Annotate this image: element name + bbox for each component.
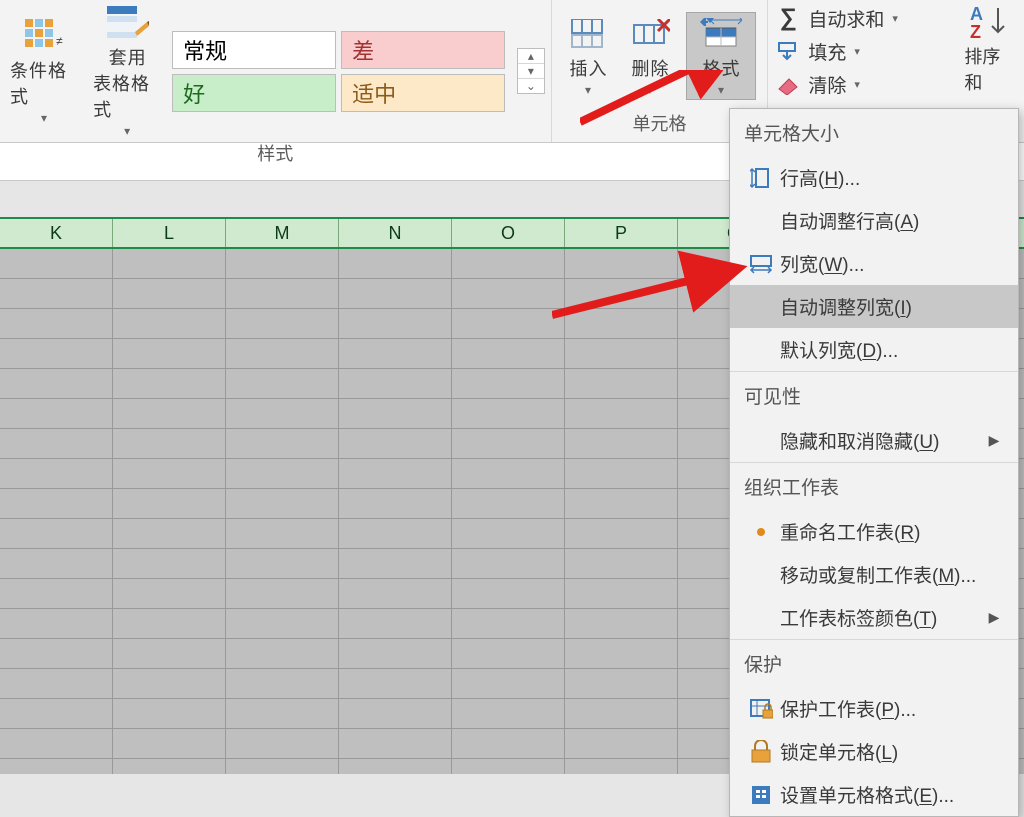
format-icon bbox=[699, 15, 743, 53]
style-gallery-scroll[interactable]: ▴ ▾ ⌄ bbox=[517, 48, 544, 94]
menu-autofit-row-height[interactable]: 自动调整行高(A) bbox=[730, 199, 1018, 242]
svg-text:A: A bbox=[970, 4, 983, 24]
dropdown-caret-icon: ▾ bbox=[718, 83, 725, 97]
col-header[interactable]: K bbox=[0, 219, 113, 247]
clear-label: 清除 bbox=[808, 71, 846, 98]
menu-default-width[interactable]: 默认列宽(D)... bbox=[730, 328, 1018, 371]
menu-item-label: 设置单元格格式(E)... bbox=[780, 781, 984, 808]
menu-lock-cell[interactable]: 锁定单元格(L) bbox=[730, 730, 1018, 773]
style-good[interactable]: 好 bbox=[172, 74, 336, 112]
menu-item-label: 默认列宽(D)... bbox=[780, 336, 984, 363]
menu-item-label: 列宽(W)... bbox=[780, 250, 984, 277]
dropdown-caret-icon: ▾ bbox=[854, 45, 860, 58]
style-neutral[interactable]: 适中 bbox=[341, 74, 505, 112]
sort-label: 排序和 bbox=[964, 43, 1016, 95]
dropdown-caret-icon: ▾ bbox=[41, 111, 48, 125]
styles-group-label: 样式 bbox=[257, 140, 293, 166]
format-dropdown-menu: 单元格大小 行高(H)... 自动调整行高(A) 列宽(W)... 自动调整列宽… bbox=[729, 108, 1019, 817]
format-cells-icon bbox=[742, 784, 780, 806]
menu-autofit-column-width[interactable]: 自动调整列宽(I) bbox=[730, 285, 1018, 328]
menu-move-copy-sheet[interactable]: 移动或复制工作表(M)... bbox=[730, 553, 1018, 596]
menu-row-height[interactable]: 行高(H)... bbox=[730, 156, 1018, 199]
menu-item-label: 工作表标签颜色(T) bbox=[780, 604, 984, 631]
table-format-button[interactable]: 套用 表格格式 ▾ bbox=[89, 2, 166, 140]
submenu-arrow-icon: ▶ bbox=[984, 609, 1004, 626]
menu-column-width[interactable]: 列宽(W)... bbox=[730, 242, 1018, 285]
svg-text:≠: ≠ bbox=[56, 34, 64, 48]
menu-section-protect: 保护 bbox=[730, 639, 1018, 687]
style-normal[interactable]: 常规 bbox=[172, 31, 336, 69]
menu-section-cellsize: 单元格大小 bbox=[730, 109, 1018, 156]
menu-item-label: 自动调整行高(A) bbox=[780, 207, 984, 234]
conditional-format-icon: ≠ bbox=[23, 17, 67, 55]
menu-rename-sheet[interactable]: 重命名工作表(R) bbox=[730, 510, 1018, 553]
menu-format-cells[interactable]: 设置单元格格式(E)... bbox=[730, 773, 1018, 816]
dropdown-caret-icon: ▾ bbox=[585, 83, 592, 97]
sigma-icon: ∑ bbox=[774, 4, 802, 32]
styles-group: ≠ 条件格式 ▾ 套用 表格格 bbox=[0, 0, 552, 142]
fill-down-icon bbox=[774, 41, 802, 63]
cells-group-label: 单元格 bbox=[632, 110, 686, 136]
protect-sheet-icon bbox=[742, 698, 780, 720]
style-bad[interactable]: 差 bbox=[341, 31, 505, 69]
menu-tab-color[interactable]: 工作表标签颜色(T) ▶ bbox=[730, 596, 1018, 639]
table-format-icon bbox=[106, 4, 150, 42]
cell-styles-gallery[interactable]: 常规 差 好 适中 bbox=[172, 31, 505, 112]
dropdown-caret-icon: ▾ bbox=[647, 83, 654, 97]
menu-item-label: 锁定单元格(L) bbox=[780, 738, 984, 765]
menu-item-label: 移动或复制工作表(M)... bbox=[780, 561, 984, 588]
autosum-button[interactable]: ∑ 自动求和 ▾ bbox=[774, 4, 950, 32]
menu-item-label: 行高(H)... bbox=[780, 164, 984, 191]
col-width-icon bbox=[742, 254, 780, 274]
menu-protect-sheet[interactable]: 保护工作表(P)... bbox=[730, 687, 1018, 730]
menu-item-label: 保护工作表(P)... bbox=[780, 695, 984, 722]
dropdown-caret-icon: ▾ bbox=[124, 124, 131, 138]
fill-label: 填充 bbox=[808, 38, 846, 65]
col-header[interactable]: M bbox=[226, 219, 339, 247]
svg-text:Z: Z bbox=[970, 22, 981, 38]
dropdown-caret-icon: ▾ bbox=[854, 78, 860, 91]
table-format-label2: 表格格式 bbox=[93, 70, 162, 122]
menu-item-label: 隐藏和取消隐藏(U) bbox=[780, 427, 984, 454]
col-header[interactable]: P bbox=[565, 219, 678, 247]
delete-cells-icon bbox=[628, 15, 672, 53]
submenu-arrow-icon: ▶ bbox=[984, 432, 1004, 449]
conditional-format-button[interactable]: ≠ 条件格式 ▾ bbox=[6, 15, 83, 127]
fill-button[interactable]: 填充 ▾ bbox=[774, 38, 950, 65]
format-button[interactable]: 格式 ▾ bbox=[686, 12, 756, 100]
menu-section-visibility: 可见性 bbox=[730, 371, 1018, 419]
col-header[interactable]: O bbox=[452, 219, 565, 247]
eraser-icon bbox=[774, 75, 802, 95]
gallery-up-icon[interactable]: ▴ bbox=[518, 49, 543, 64]
col-header[interactable]: L bbox=[113, 219, 226, 247]
sort-icon: A Z bbox=[970, 4, 1010, 43]
row-height-icon bbox=[742, 167, 780, 189]
lock-cell-icon bbox=[742, 740, 780, 764]
gallery-down-icon[interactable]: ▾ bbox=[518, 64, 543, 79]
delete-button[interactable]: 删除 ▾ bbox=[624, 13, 676, 99]
menu-section-organize: 组织工作表 bbox=[730, 462, 1018, 510]
format-label: 格式 bbox=[702, 55, 740, 81]
conditional-format-label: 条件格式 bbox=[10, 57, 79, 109]
col-header[interactable]: N bbox=[339, 219, 452, 247]
gallery-more-icon[interactable]: ⌄ bbox=[518, 79, 543, 93]
menu-item-label: 重命名工作表(R) bbox=[780, 518, 984, 545]
delete-label: 删除 bbox=[631, 55, 669, 81]
insert-button[interactable]: 插入 ▾ bbox=[562, 13, 614, 99]
insert-label: 插入 bbox=[569, 55, 607, 81]
dropdown-caret-icon: ▾ bbox=[892, 12, 898, 25]
menu-item-label: 自动调整列宽(I) bbox=[780, 293, 984, 320]
bullet-icon bbox=[757, 528, 765, 536]
autosum-label: 自动求和 bbox=[808, 5, 884, 32]
clear-button[interactable]: 清除 ▾ bbox=[774, 71, 950, 98]
table-format-label1: 套用 bbox=[109, 44, 147, 70]
menu-hide-unhide[interactable]: 隐藏和取消隐藏(U) ▶ bbox=[730, 419, 1018, 462]
insert-cells-icon bbox=[566, 15, 610, 53]
